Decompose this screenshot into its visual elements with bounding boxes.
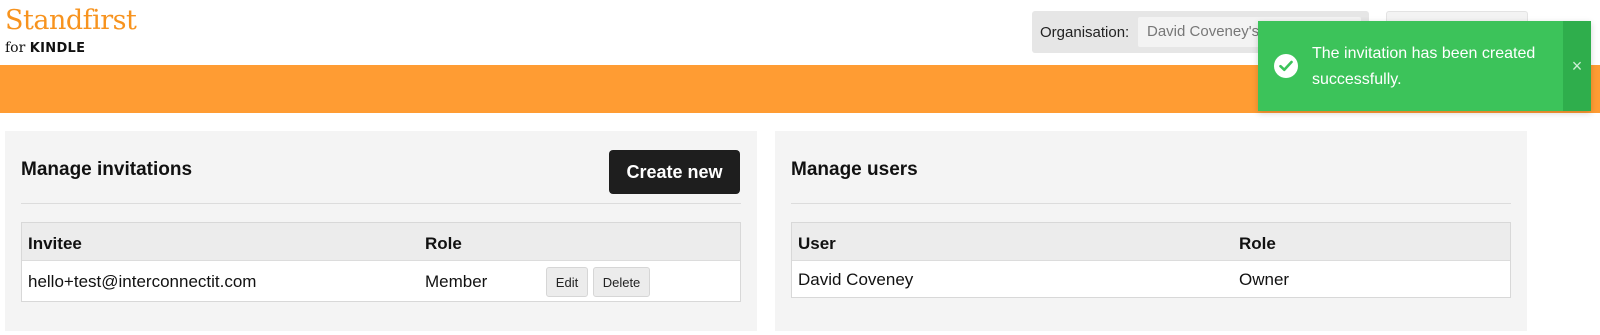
create-new-button[interactable]: Create new bbox=[609, 150, 740, 194]
close-icon[interactable]: × bbox=[1563, 21, 1591, 111]
toast-message: The invitation has been created successf… bbox=[1312, 45, 1536, 88]
column-header-invitee: Invitee bbox=[28, 234, 82, 253]
divider bbox=[21, 203, 741, 204]
check-circle-icon bbox=[1274, 54, 1298, 78]
invitee-role: Member bbox=[425, 272, 488, 291]
table-header: Invitee Role bbox=[22, 223, 740, 261]
logo-subtitle: for KINDLE bbox=[5, 40, 85, 57]
divider bbox=[791, 203, 1511, 204]
users-title: Manage users bbox=[791, 159, 918, 180]
column-header-user: User bbox=[798, 234, 836, 253]
delete-button[interactable]: Delete bbox=[593, 267, 650, 297]
table-row: David Coveney Owner bbox=[792, 261, 1510, 297]
standfirst-logo[interactable]: Standfirst for KINDLE bbox=[5, 5, 137, 57]
invitations-title: Manage invitations bbox=[21, 159, 193, 180]
table-header: User Role bbox=[792, 223, 1510, 261]
column-header-role: Role bbox=[1239, 234, 1276, 253]
organisation-label: Organisation: bbox=[1040, 24, 1130, 41]
table-row: hello+test@interconnectit.com Member Edi… bbox=[22, 261, 740, 301]
user-role: Owner bbox=[1239, 270, 1290, 289]
users-panel: Manage users User Role David Coveney Own… bbox=[775, 131, 1527, 331]
logo-product-text: KINDLE bbox=[29, 41, 86, 56]
invitee-email: hello+test@interconnectit.com bbox=[28, 272, 257, 291]
users-table: User Role David Coveney Owner bbox=[791, 222, 1511, 298]
edit-button[interactable]: Edit bbox=[546, 267, 588, 297]
user-name: David Coveney bbox=[798, 270, 914, 289]
column-header-role: Role bbox=[425, 234, 462, 253]
success-toast: The invitation has been created successf… bbox=[1258, 21, 1591, 111]
logo-wordmark: Standfirst bbox=[5, 5, 137, 36]
invitations-panel: Manage invitations Create new Invitee Ro… bbox=[5, 131, 757, 331]
invitations-table: Invitee Role hello+test@interconnectit.c… bbox=[21, 222, 741, 302]
logo-for-text: for bbox=[5, 40, 26, 56]
